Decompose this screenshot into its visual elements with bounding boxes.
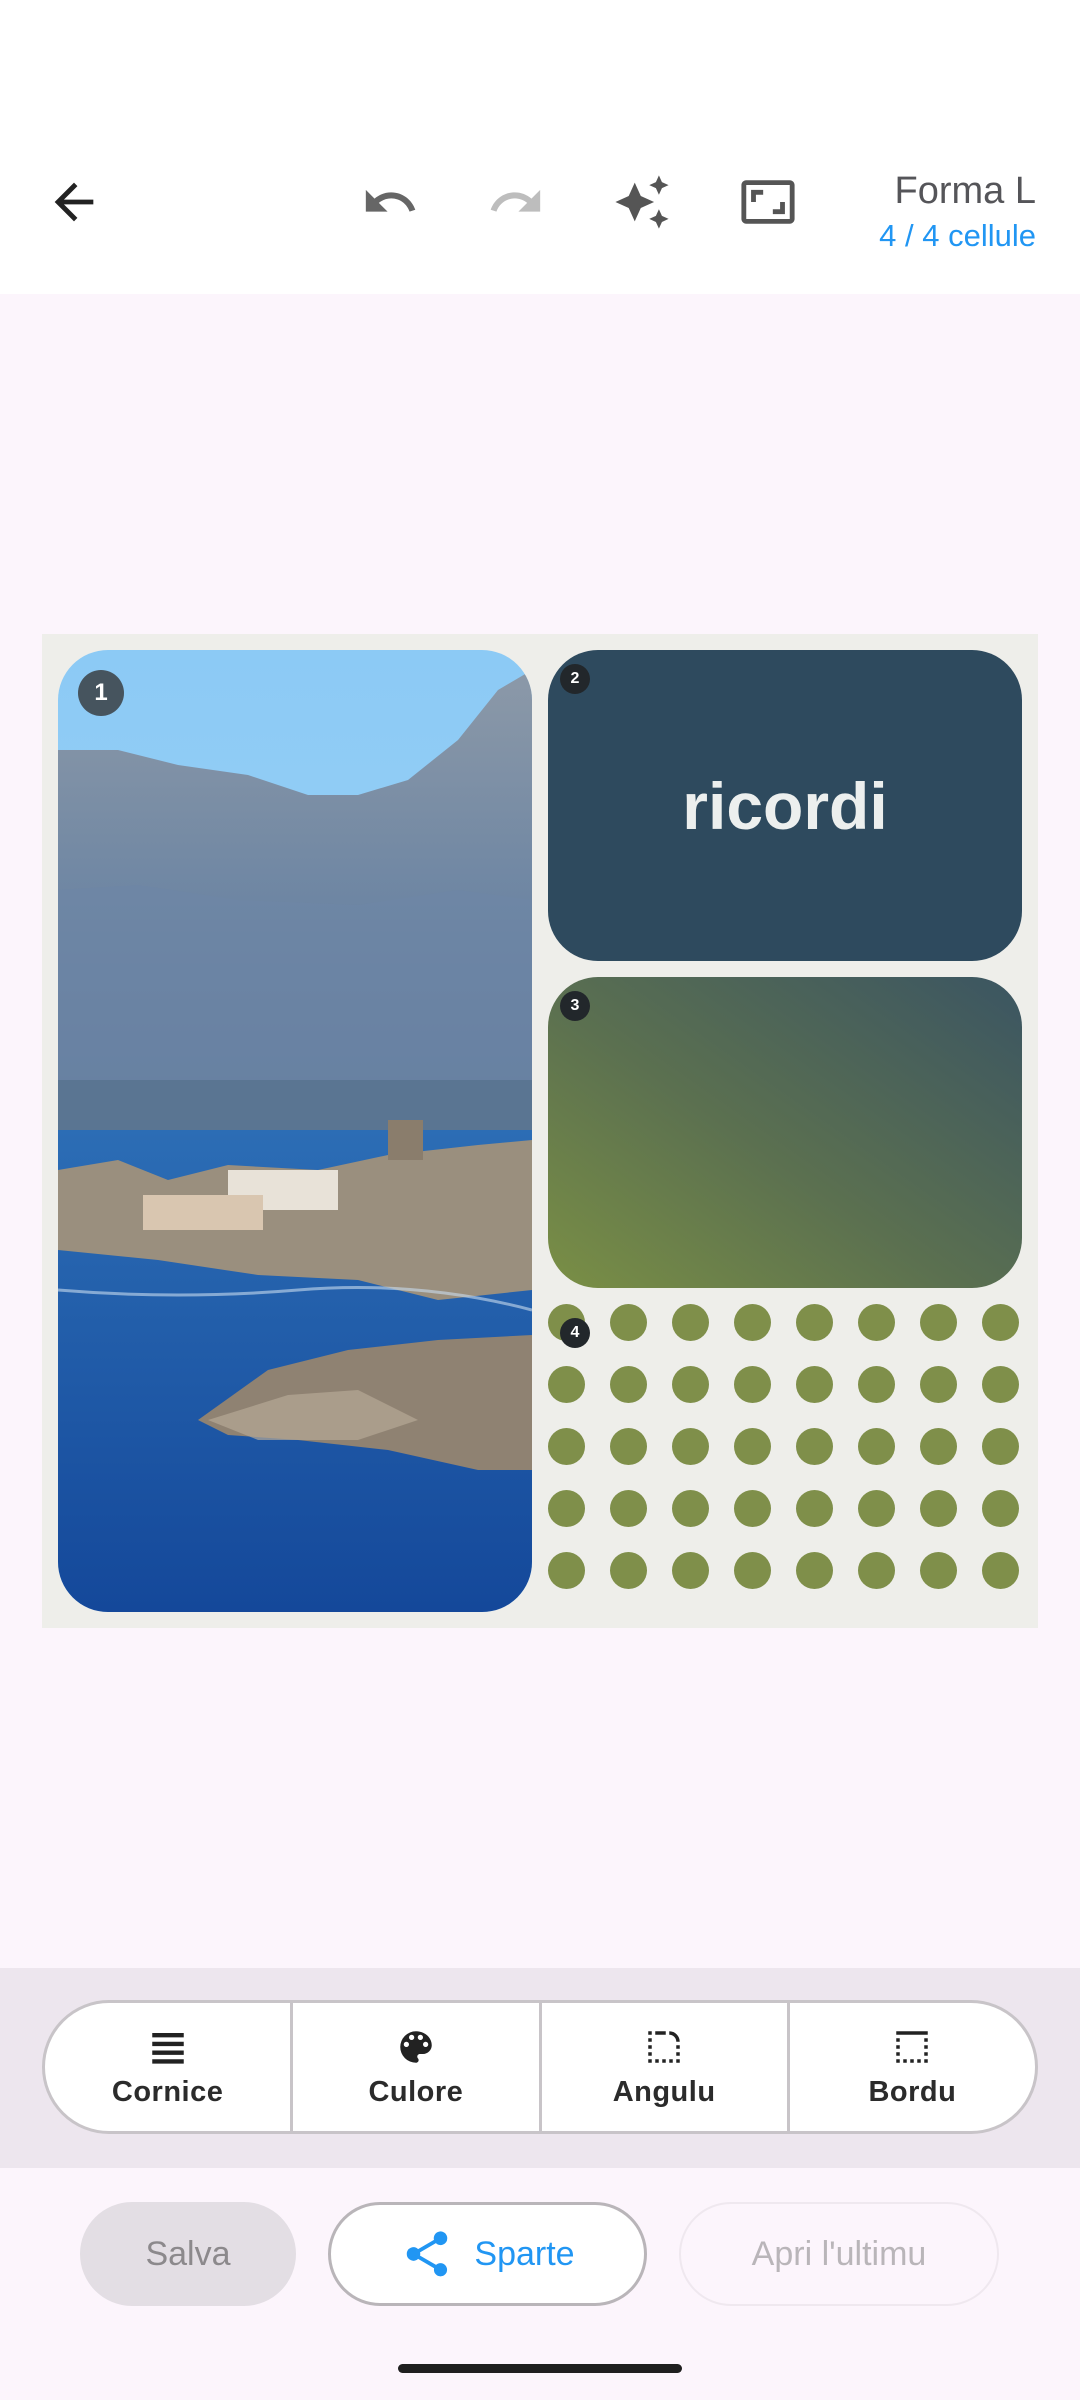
collage-cell-gradient[interactable]: 3 — [548, 977, 1022, 1288]
pattern-dot — [734, 1428, 771, 1465]
fit-screen-button[interactable] — [728, 162, 808, 242]
pattern-dot — [672, 1366, 709, 1403]
save-button[interactable]: Salva — [80, 2202, 296, 2306]
collage-preview: 1 2 ricordi 3 4 — [42, 634, 1038, 1628]
bottom-actions: Salva Sparte Apri l'ultimu — [0, 2168, 1080, 2400]
frame-lines-icon — [151, 2032, 184, 2064]
pattern-dot — [982, 1428, 1019, 1465]
pattern-dot — [734, 1552, 771, 1589]
pattern-dot — [610, 1490, 647, 1527]
rounded-corner-icon — [648, 2030, 680, 2063]
collage-cell-pattern[interactable]: 4 — [548, 1304, 1022, 1612]
cell-count: 4 / 4 cellule — [879, 218, 1036, 253]
tools-panel: Cornice Culore Angulu Bordu — [0, 1968, 1080, 2168]
open-last-button[interactable]: Apri l'ultimu — [679, 2202, 999, 2306]
tool-segmented-control: Cornice Culore Angulu Bordu — [42, 2000, 1038, 2134]
pattern-dot — [548, 1552, 585, 1589]
coastal-landscape-image — [58, 650, 532, 1612]
pattern-dot — [548, 1428, 585, 1465]
collage-cell-text[interactable]: 2 ricordi — [548, 650, 1022, 961]
pattern-dot — [796, 1490, 833, 1527]
share-label: Sparte — [474, 2234, 575, 2273]
layout-name: Forma L — [894, 170, 1036, 212]
cell-number-badge: 4 — [560, 1318, 590, 1348]
pattern-dot — [734, 1490, 771, 1527]
pattern-dot — [734, 1304, 771, 1341]
layout-title: Forma L 4 / 4 cellule — [879, 168, 1036, 258]
top-toolbar: Forma L 4 / 4 cellule — [0, 110, 1080, 294]
pattern-dot — [734, 1366, 771, 1403]
undo-icon — [365, 189, 416, 212]
aspect-ratio-icon — [741, 180, 795, 224]
auto-awesome-icon — [615, 175, 669, 229]
pattern-dot — [982, 1366, 1019, 1403]
tool-corner-button[interactable]: Angulu — [542, 2003, 790, 2131]
cell-number-badge: 1 — [78, 670, 124, 716]
tool-label: Bordu — [868, 2075, 957, 2108]
pattern-dot — [858, 1552, 895, 1589]
pattern-dot — [982, 1552, 1019, 1589]
tool-border-button[interactable]: Bordu — [790, 2003, 1035, 2131]
pattern-dot — [920, 1366, 957, 1403]
pattern-dot — [610, 1304, 647, 1341]
pattern-dot — [548, 1366, 585, 1403]
pattern-dot — [672, 1490, 709, 1527]
collage-cell-photo[interactable]: 1 — [58, 650, 532, 1612]
pattern-dot — [858, 1428, 895, 1465]
tool-label: Culore — [368, 2075, 464, 2108]
border-icon — [896, 2030, 929, 2063]
auto-enhance-button[interactable] — [602, 162, 682, 242]
pattern-dot — [858, 1490, 895, 1527]
pattern-dot — [858, 1366, 895, 1403]
pattern-dot — [672, 1428, 709, 1465]
back-button[interactable] — [34, 162, 114, 242]
pattern-dot — [796, 1428, 833, 1465]
pattern-dot — [920, 1490, 957, 1527]
pattern-dot — [982, 1490, 1019, 1527]
undo-button[interactable] — [350, 162, 430, 242]
tool-frame-button[interactable]: Cornice — [45, 2003, 294, 2131]
pattern-dot — [610, 1428, 647, 1465]
redo-icon — [490, 189, 541, 212]
pattern-dot — [982, 1304, 1019, 1341]
pattern-dot — [920, 1428, 957, 1465]
pattern-dot — [920, 1552, 957, 1589]
arrow-back-icon — [54, 182, 94, 222]
pattern-dot — [858, 1304, 895, 1341]
share-button[interactable]: Sparte — [328, 2202, 647, 2306]
cell-caption: ricordi — [682, 768, 888, 843]
home-indicator — [398, 2364, 682, 2373]
pattern-dot — [920, 1304, 957, 1341]
pattern-dot — [796, 1304, 833, 1341]
dot-pattern — [548, 1304, 1022, 1612]
pattern-dot — [610, 1552, 647, 1589]
redo-button[interactable] — [476, 162, 556, 242]
pattern-dot — [796, 1552, 833, 1589]
pattern-dot — [610, 1366, 647, 1403]
pattern-dot — [796, 1366, 833, 1403]
palette-icon — [400, 2030, 432, 2063]
pattern-dot — [672, 1304, 709, 1341]
tool-color-button[interactable]: Culore — [293, 2003, 542, 2131]
pattern-dot — [548, 1490, 585, 1527]
share-icon — [407, 2231, 448, 2277]
tool-label: Angulu — [612, 2075, 716, 2108]
status-bar — [0, 0, 1080, 110]
pattern-dot — [672, 1552, 709, 1589]
cell-number-badge: 2 — [560, 664, 590, 694]
tool-label: Cornice — [111, 2075, 224, 2108]
cell-number-badge: 3 — [560, 991, 590, 1021]
